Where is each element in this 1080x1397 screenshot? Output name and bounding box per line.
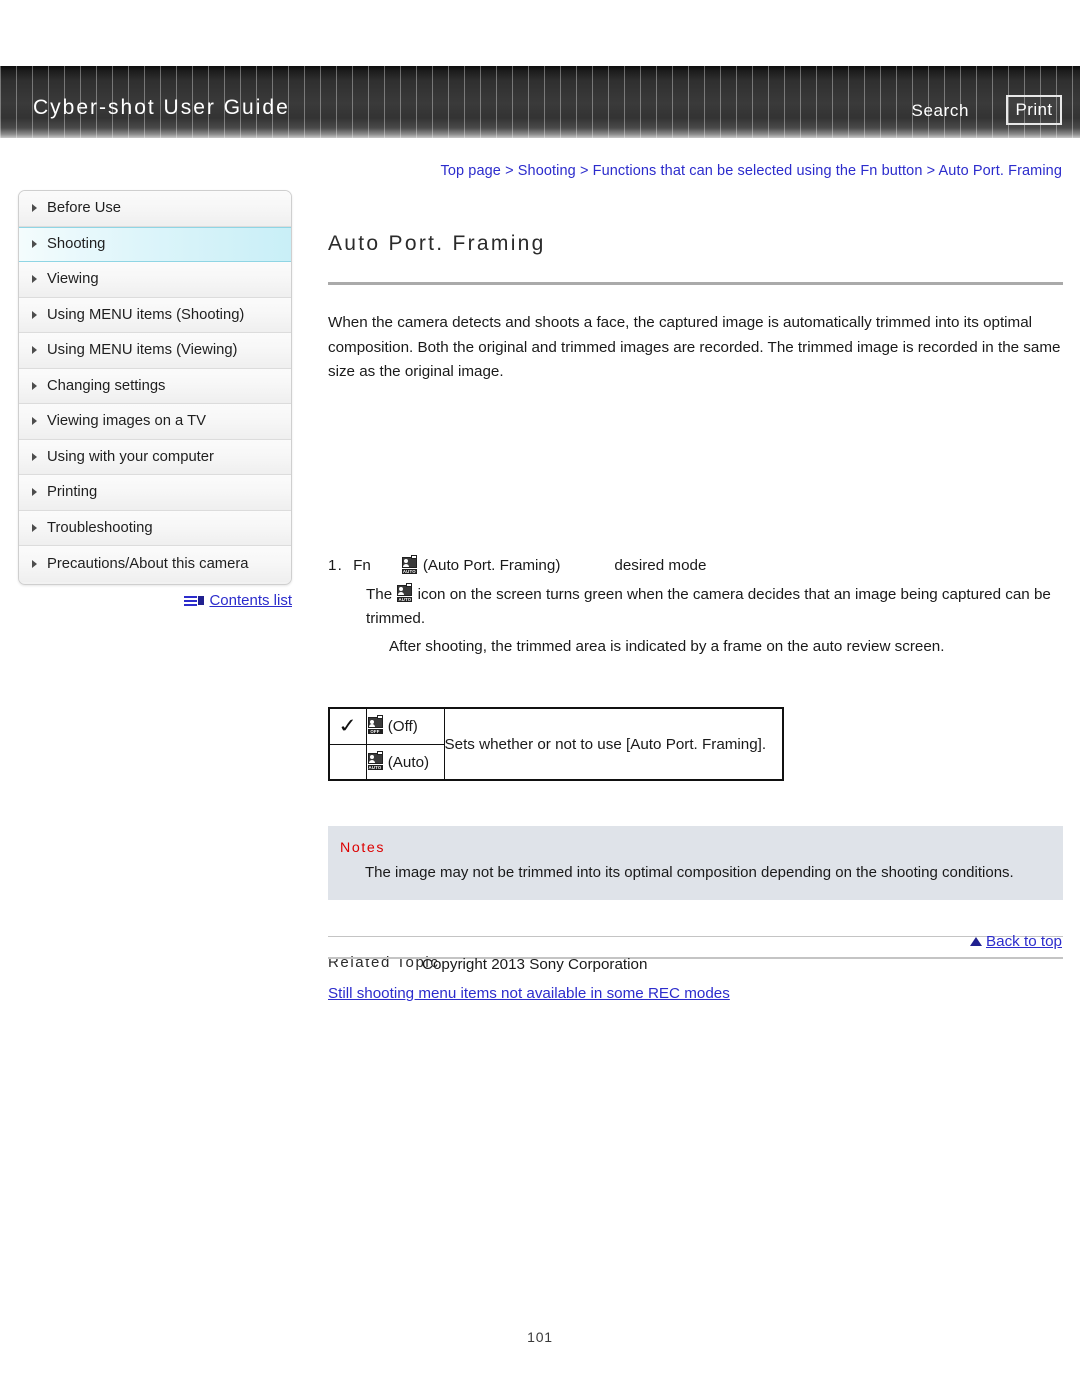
sidebar-item-label: Using MENU items (Viewing) — [47, 342, 238, 359]
back-to-top-label: Back to top — [986, 933, 1062, 950]
step-body-prefix: The — [366, 585, 393, 603]
search-button[interactable]: Search — [912, 101, 969, 121]
site-title: Cyber-shot User Guide — [33, 96, 290, 119]
step-sub-note: After shooting, the trimmed area is indi… — [389, 637, 945, 655]
contents-list-link[interactable]: Contents list — [18, 592, 292, 609]
chevron-right-icon — [32, 523, 37, 532]
sidebar-item-printing[interactable]: Printing — [19, 475, 291, 511]
steps-section: 1. Fn AUTO (Auto Port. Framing) desired … — [328, 554, 1063, 660]
sidebar-item-using-menu-items-viewing[interactable]: Using MENU items (Viewing) — [19, 333, 291, 369]
sidebar-item-shooting[interactable]: Shooting — [19, 226, 291, 262]
fn-button-label: Fn — [353, 556, 371, 574]
chevron-right-icon — [32, 275, 37, 284]
title-divider — [328, 282, 1063, 286]
sidebar-item-using-menu-items-shooting[interactable]: Using MENU items (Shooting) — [19, 297, 291, 333]
notes-body: The image may not be trimmed into its op… — [365, 864, 1014, 882]
sidebar-item-label: Before Use — [47, 200, 122, 217]
list-icon — [184, 595, 205, 606]
breadcrumb[interactable]: Top page > Shooting > Functions that can… — [440, 163, 1062, 179]
checkmark-icon: ✓ — [336, 715, 360, 738]
page-title: Auto Port. Framing — [328, 232, 546, 256]
sidebar-item-label: Viewing images on a TV — [47, 413, 207, 430]
chevron-right-icon — [32, 417, 37, 426]
sidebar-item-label: Using MENU items (Shooting) — [47, 306, 245, 323]
main-content: Auto Port. Framing When the camera detec… — [328, 218, 1063, 1003]
site-header: Cyber-shot User Guide Search Print — [0, 66, 1080, 138]
table-row: ✓ OFF (Off) Sets whether or not to use [… — [328, 707, 784, 781]
intro-paragraph: When the camera detects and shoots a fac… — [328, 314, 1061, 381]
sidebar-item-label: Viewing — [47, 271, 99, 288]
step-icon-caption: (Auto Port. Framing) — [422, 556, 561, 574]
sidebar-item-label: Using with your computer — [47, 448, 214, 465]
step-body: The AUTO icon on the screen turns green … — [366, 582, 1063, 660]
chevron-right-icon — [32, 452, 37, 461]
sidebar-item-label: Printing — [47, 484, 98, 501]
sidebar-item-label: Troubleshooting — [47, 519, 153, 536]
back-to-top-link[interactable]: Back to top — [970, 933, 1062, 950]
icon-mode-label: AUTO — [367, 764, 383, 770]
auto-port-framing-auto-icon-inline: AUTO — [396, 582, 414, 602]
copyright-text: Copyright 2013 Sony Corporation — [422, 956, 648, 973]
sidebar-item-using-with-your-computer[interactable]: Using with your computer — [19, 439, 291, 475]
auto-port-framing-off-icon: OFF — [366, 715, 384, 735]
chevron-right-icon — [32, 346, 37, 355]
option-label: (Auto) — [387, 753, 430, 771]
option-cell-off[interactable]: OFF (Off) — [365, 707, 445, 745]
related-topic-link[interactable]: Still shooting menu items not available … — [328, 985, 730, 1002]
sidebar-item-label: Changing settings — [47, 377, 166, 394]
sidebar-item-troubleshooting[interactable]: Troubleshooting — [19, 510, 291, 546]
page-number: 101 — [527, 1329, 553, 1345]
option-cell-auto[interactable]: AUTO (Auto) — [365, 743, 445, 781]
sidebar-item-precautions-about-this-camera[interactable]: Precautions/About this camera — [19, 546, 291, 582]
settings-table: ✓ OFF (Off) Sets whether or not to use [… — [328, 707, 784, 782]
icon-mode-label: AUTO — [401, 568, 417, 574]
triangle-up-icon — [970, 937, 983, 946]
sidebar-nav: Before Use Shooting Viewing Using MENU i… — [18, 190, 292, 585]
chevron-right-icon — [32, 381, 37, 390]
chevron-right-icon — [32, 204, 37, 213]
chevron-right-icon — [32, 559, 37, 568]
icon-mode-label: AUTO — [397, 596, 413, 602]
chevron-right-icon — [32, 310, 37, 319]
notes-section: Notes The image may not be trimmed into … — [328, 826, 1063, 901]
setting-description-cell: Sets whether or not to use [Auto Port. F… — [443, 707, 784, 781]
step-mode-label: desired mode — [614, 556, 707, 574]
sidebar-item-changing-settings[interactable]: Changing settings — [19, 368, 291, 404]
default-setting-check-cell: ✓ — [328, 707, 367, 745]
sidebar-item-viewing-images-on-a-tv[interactable]: Viewing images on a TV — [19, 404, 291, 440]
step-number: 1. — [328, 556, 344, 574]
sidebar-item-label: Precautions/About this camera — [47, 555, 249, 572]
step-1: 1. Fn AUTO (Auto Port. Framing) desired … — [328, 554, 1063, 574]
icon-mode-label: OFF — [367, 729, 383, 735]
chevron-right-icon — [32, 488, 37, 497]
default-setting-check-cell-empty — [328, 743, 367, 781]
sidebar-item-viewing[interactable]: Viewing — [19, 262, 291, 298]
notes-title: Notes — [340, 840, 386, 857]
step-body-suffix: icon on the screen turns green when the … — [366, 585, 1051, 628]
print-button[interactable]: Print — [1006, 95, 1062, 125]
auto-port-framing-auto-icon: AUTO — [366, 750, 384, 770]
chevron-right-icon — [32, 240, 37, 249]
option-label: (Off) — [387, 718, 418, 736]
auto-port-framing-auto-icon: AUTO — [400, 554, 418, 574]
sidebar-item-label: Shooting — [47, 236, 106, 253]
contents-list-label: Contents list — [209, 592, 292, 609]
sidebar-item-before-use[interactable]: Before Use — [19, 191, 291, 227]
